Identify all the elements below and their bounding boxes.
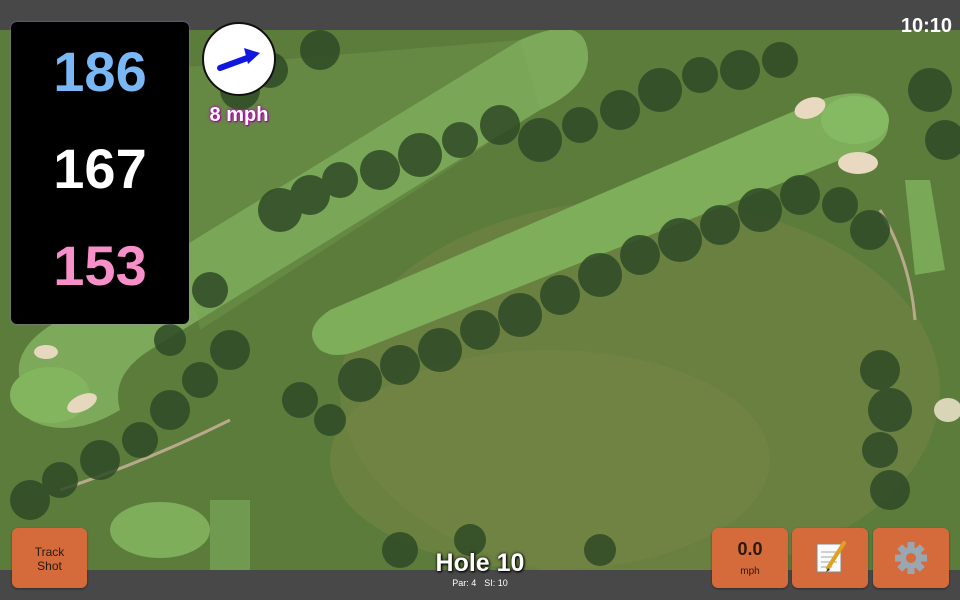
middle-distance: 167 [53, 137, 147, 200]
arrow-up-right-icon [217, 48, 260, 71]
track-shot-button[interactable]: Track Shot [12, 528, 87, 588]
status-clock: 10:10 [900, 15, 952, 37]
speed-button[interactable]: 0.0 mph [712, 528, 788, 588]
hole-title: Hole 10 [435, 549, 525, 577]
distance-panel: 186 167 153 [11, 22, 189, 324]
notes-button[interactable] [792, 528, 868, 588]
wind-speed: 8 mph [209, 104, 269, 126]
wind-direction-dial [202, 22, 276, 96]
hole-par: Par: 4 [452, 578, 477, 588]
gear-icon [895, 542, 927, 574]
hole-info: Par: 4 SI: 10 [380, 578, 580, 588]
track-shot-label-line2: Shot [37, 559, 62, 573]
hole-stroke-index: SI: 10 [484, 578, 508, 588]
settings-button[interactable] [873, 528, 949, 588]
notepad-pencil-icon [816, 541, 846, 573]
back-distance: 186 [53, 40, 147, 103]
front-distance: 153 [53, 234, 147, 297]
speed-unit: mph [740, 566, 760, 577]
speed-value: 0.0 [737, 539, 763, 559]
track-shot-label-line1: Track [34, 545, 65, 559]
